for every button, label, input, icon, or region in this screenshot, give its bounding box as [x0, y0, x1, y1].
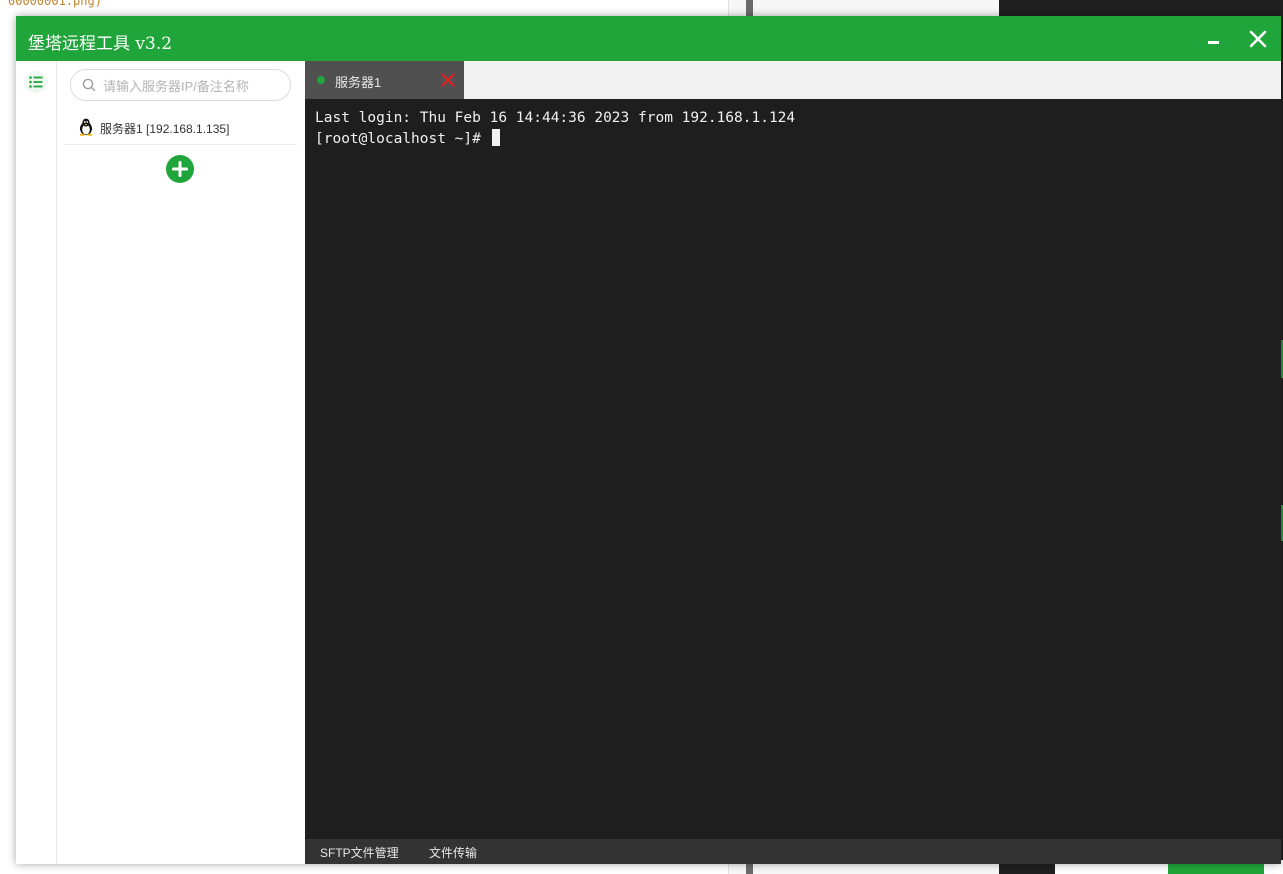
title-bar[interactable]: 堡塔远程工具 v3.2 [16, 16, 1281, 61]
window-title: 堡塔远程工具 v3.2 [28, 34, 173, 54]
connection-status-dot [317, 76, 325, 84]
close-icon [1249, 30, 1267, 48]
minimize-button[interactable] [1199, 24, 1229, 54]
server-list-item[interactable]: 服务器1 [192.168.1.135] [64, 110, 297, 145]
terminal-prompt-line: [root@localhost ~]# [315, 129, 500, 147]
sftp-file-manager-button[interactable]: SFTP文件管理 [320, 844, 399, 861]
file-transfer-button[interactable]: 文件传输 [429, 844, 477, 861]
tab-close-icon[interactable] [440, 72, 456, 88]
background-snippet: 00000001.png) [8, 0, 102, 8]
linux-penguin-icon [79, 118, 93, 136]
search-input[interactable] [101, 75, 285, 97]
terminal-screen[interactable]: Last login: Thu Feb 16 14:44:36 2023 fro… [305, 99, 1281, 839]
bottom-toolbar: SFTP文件管理 文件传输 [305, 839, 1281, 864]
tab-label: 服务器1 [335, 75, 382, 90]
terminal-cursor [491, 129, 500, 146]
search-box[interactable] [70, 69, 291, 101]
server-label: 服务器1 [192.168.1.135] [100, 122, 230, 136]
server-panel: 服务器1 [192.168.1.135] [57, 61, 304, 864]
app-window: 堡塔远程工具 v3.2 请输入服务器IP/备注名称 服务器1 [192.168.… [16, 16, 1281, 864]
tab-server1[interactable]: 服务器1 [305, 61, 464, 99]
terminal-line: Last login: Thu Feb 16 14:44:36 2023 fro… [315, 110, 796, 126]
minimize-icon [1208, 41, 1219, 44]
search-icon [82, 78, 96, 92]
close-window-button[interactable] [1243, 24, 1273, 54]
tab-bar: 服务器1 [305, 61, 1281, 99]
terminal-area: 服务器1 Last login: Thu Feb 16 14:44:36 202… [305, 61, 1281, 864]
terminal-prompt: [root@localhost ~]# [315, 131, 490, 147]
list-menu-icon[interactable] [24, 71, 48, 93]
add-server-button[interactable] [166, 155, 194, 183]
icon-rail [16, 61, 57, 864]
